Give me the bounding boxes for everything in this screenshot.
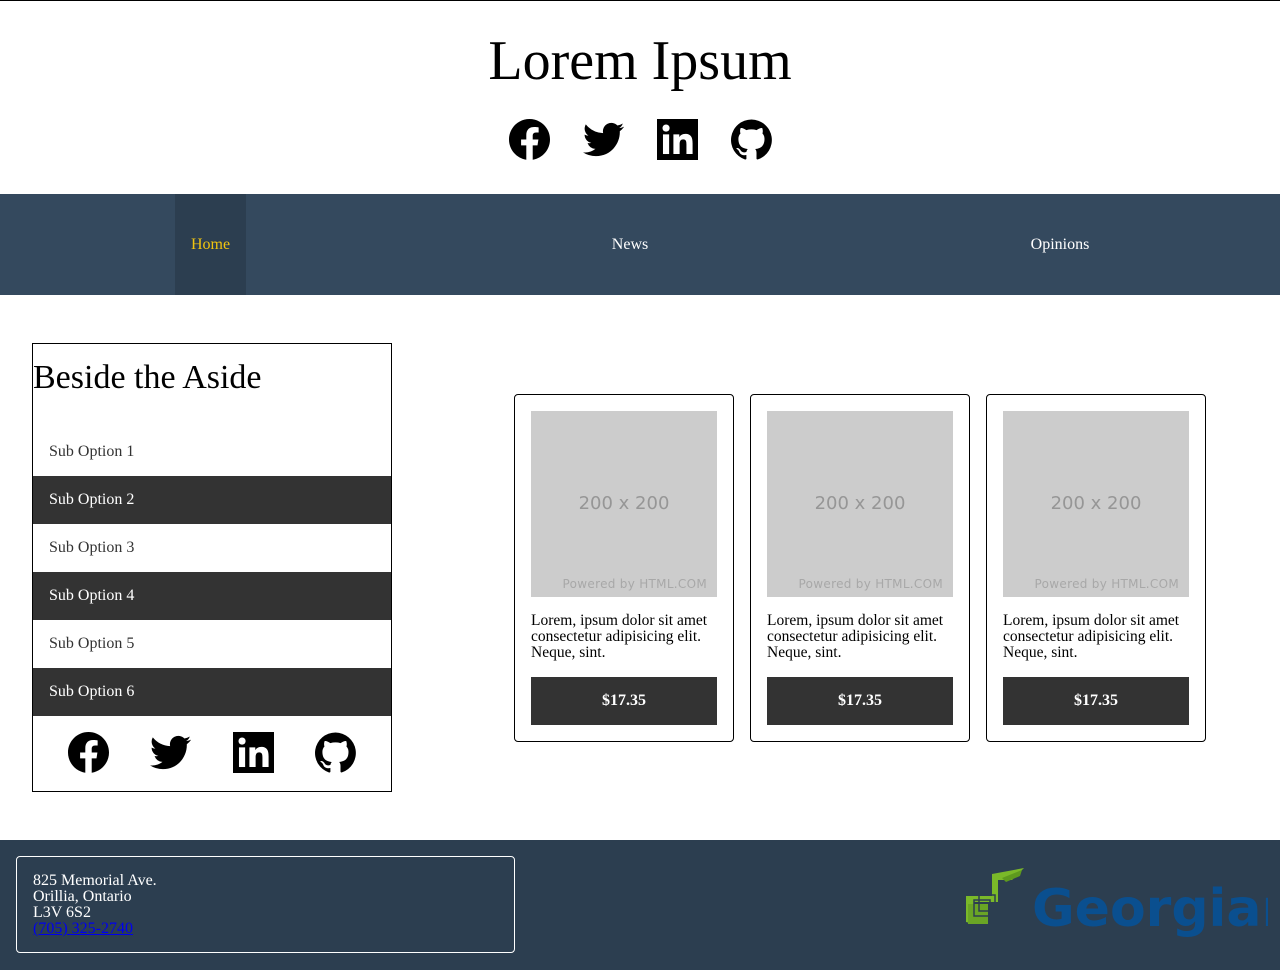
twitter-icon[interactable]: [582, 119, 624, 160]
product-card: 200 x 200 Powered by HTML.COM Lorem, ips…: [514, 394, 734, 742]
card-price-button[interactable]: $17.35: [531, 677, 717, 725]
sub-option-4[interactable]: Sub Option 4: [33, 572, 391, 620]
card-image-credit: Powered by HTML.COM: [1034, 577, 1179, 591]
card-price-button[interactable]: $17.35: [767, 677, 953, 725]
site-footer: 825 Memorial Ave. Orillia, Ontario L3V 6…: [0, 840, 1280, 970]
georgian-logo: Georgian: [962, 866, 1280, 944]
main-nav: Home News Opinions: [0, 194, 1280, 295]
card-image-placeholder: 200 x 200 Powered by HTML.COM: [1003, 411, 1189, 597]
facebook-icon[interactable]: [67, 732, 109, 773]
card-image-dims: 200 x 200: [578, 493, 670, 514]
card-description: Lorem, ipsum dolor sit amet consectetur …: [531, 612, 708, 661]
nav-item-home[interactable]: Home: [175, 194, 246, 295]
sub-option-3[interactable]: Sub Option 3: [33, 524, 391, 572]
linkedin-icon[interactable]: [656, 119, 698, 160]
nav-item-opinions[interactable]: Opinions: [1018, 194, 1102, 295]
linkedin-icon[interactable]: [232, 732, 274, 773]
card-image-placeholder: 200 x 200 Powered by HTML.COM: [767, 411, 953, 597]
aside-social-links: [33, 732, 391, 773]
address-city: Orillia, Ontario: [33, 888, 132, 905]
card-image-dims: 200 x 200: [1050, 493, 1142, 514]
address-street: 825 Memorial Ave.: [33, 872, 157, 889]
address-postal: L3V 6S2: [33, 904, 91, 921]
card-image-credit: Powered by HTML.COM: [562, 577, 707, 591]
logo-graphic: Georgian: [966, 868, 1280, 939]
header-social-links: [0, 119, 1280, 160]
aside-title: Beside the Aside: [33, 359, 262, 396]
card-image-credit: Powered by HTML.COM: [798, 577, 943, 591]
twitter-icon[interactable]: [150, 732, 192, 773]
product-card: 200 x 200 Powered by HTML.COM Lorem, ips…: [986, 394, 1206, 742]
sidebar: Beside the Aside Sub Option 1 Sub Option…: [32, 343, 392, 792]
sub-option-6[interactable]: Sub Option 6: [33, 668, 391, 716]
card-description: Lorem, ipsum dolor sit amet consectetur …: [1003, 612, 1180, 661]
sub-option-2[interactable]: Sub Option 2: [33, 476, 391, 524]
site-title: Lorem Ipsum: [488, 30, 792, 92]
site-header: Lorem Ipsum: [0, 1, 1280, 194]
card-description: Lorem, ipsum dolor sit amet consectetur …: [767, 612, 944, 661]
product-card: 200 x 200 Powered by HTML.COM Lorem, ips…: [750, 394, 970, 742]
sub-option-5[interactable]: Sub Option 5: [33, 620, 391, 668]
card-price-button[interactable]: $17.35: [1003, 677, 1189, 725]
nav-item-news[interactable]: News: [592, 194, 668, 295]
address-box: 825 Memorial Ave. Orillia, Ontario L3V 6…: [16, 856, 515, 953]
phone-link[interactable]: (705) 325-2740: [33, 920, 133, 937]
card-image-dims: 200 x 200: [814, 493, 906, 514]
sub-option-1[interactable]: Sub Option 1: [33, 428, 391, 476]
logo-wordmark: Georgian: [1032, 879, 1268, 939]
facebook-icon[interactable]: [508, 119, 550, 160]
card-image-placeholder: 200 x 200 Powered by HTML.COM: [531, 411, 717, 597]
github-icon[interactable]: [315, 732, 357, 773]
github-icon[interactable]: [730, 119, 772, 160]
